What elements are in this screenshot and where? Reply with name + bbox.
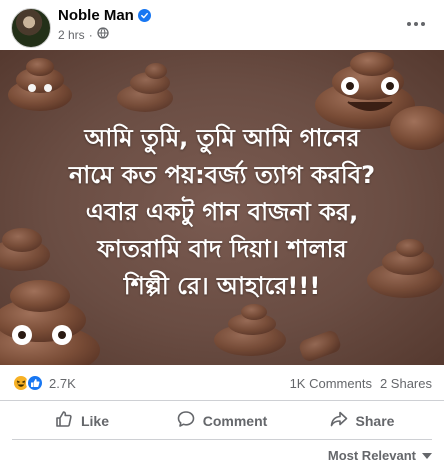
comment-button[interactable]: Comment: [152, 402, 292, 439]
poo-emoji-icon: [117, 63, 173, 112]
caption-line: এবার একটু গান বাজনা কর,: [85, 198, 359, 226]
caret-down-icon: [422, 452, 432, 459]
caption-line: নামে কত পয়:বর্জ্য ত্যাগ করবি?: [68, 161, 376, 189]
verified-badge-icon: [137, 9, 151, 22]
author-name[interactable]: Noble Man: [58, 7, 134, 24]
reactions-summary[interactable]: 2.7K: [12, 374, 76, 392]
post-actions: Like Comment Share: [12, 402, 432, 440]
like-button[interactable]: Like: [12, 402, 152, 439]
reaction-count: 2.7K: [49, 375, 76, 391]
author-row: Noble Man: [58, 7, 151, 24]
post-stats: 2.7K 1K Comments 2 Shares: [0, 365, 444, 401]
engagement-counts: 1K Comments 2 Shares: [290, 376, 432, 391]
poo-emoji-icon: [8, 58, 72, 111]
post-image[interactable]: আমি তুমি, তুমি আমি গানের নামে কত পয়:বর্…: [0, 50, 444, 365]
comments-sort-dropdown[interactable]: Most Relevant: [328, 448, 432, 463]
shares-count[interactable]: 2 Shares: [380, 376, 432, 391]
share-button[interactable]: Share: [292, 402, 432, 439]
post-meta: 2 hrs ·: [58, 27, 109, 42]
like-label: Like: [80, 412, 109, 429]
more-options-icon[interactable]: [400, 10, 432, 38]
share-label: Share: [355, 412, 395, 429]
author-avatar[interactable]: [11, 8, 51, 48]
share-arrow-icon: [330, 410, 348, 431]
sort-label: Most Relevant: [327, 448, 416, 463]
like-reaction-icon: [26, 374, 44, 392]
post-caption: আমি তুমি, তুমি আমি গানের নামে কত পয়:বর্…: [10, 120, 434, 305]
comment-bubble-icon: [177, 410, 195, 431]
thumbs-up-icon: [55, 410, 73, 431]
post-time[interactable]: 2 hrs: [58, 28, 85, 42]
caption-line: শিল্পী রে। আহারে!!!: [123, 272, 321, 300]
comment-label: Comment: [202, 412, 268, 429]
caption-line: আমি তুমি, তুমি আমি গানের: [84, 124, 360, 152]
post-header: Noble Man 2 hrs ·: [0, 0, 444, 50]
globe-icon: [97, 27, 109, 42]
comments-count[interactable]: 1K Comments: [290, 376, 372, 391]
poo-emoji-icon: [299, 331, 341, 361]
poo-emoji-icon: [214, 304, 286, 356]
caption-line: ফাতরামি বাদ দিয়া। শালার: [97, 235, 347, 263]
